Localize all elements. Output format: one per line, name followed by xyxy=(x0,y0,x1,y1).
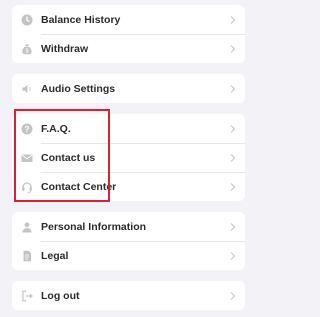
menu-group-session: Log out xyxy=(12,281,245,310)
menu-group-support: ? F.A.Q. Contact us Contact Center xyxy=(12,114,245,201)
menu-item-label: Contact Center xyxy=(41,180,117,193)
chevron-right-icon xyxy=(230,124,236,133)
menu-item-faq[interactable]: ? F.A.Q. xyxy=(12,114,245,143)
chevron-right-icon xyxy=(230,44,236,53)
logout-icon xyxy=(21,290,33,302)
menu-item-label: Legal xyxy=(41,249,69,262)
menu-item-balance-history[interactable]: Balance History xyxy=(12,5,245,34)
menu-item-contact-center[interactable]: Contact Center xyxy=(12,172,245,201)
chevron-right-icon xyxy=(230,291,236,300)
money-bag-icon: $ xyxy=(21,43,33,55)
menu-item-label: F.A.Q. xyxy=(41,122,71,135)
speaker-icon xyxy=(21,83,33,95)
menu-item-withdraw[interactable]: $ Withdraw xyxy=(12,34,245,63)
chevron-right-icon xyxy=(230,15,236,24)
menu-item-label: Log out xyxy=(41,289,80,302)
menu-item-log-out[interactable]: Log out xyxy=(12,281,245,310)
headset-icon xyxy=(21,181,33,193)
menu-item-label: Audio Settings xyxy=(41,82,116,95)
menu-item-audio-settings[interactable]: Audio Settings xyxy=(12,74,245,103)
menu-item-label: Withdraw xyxy=(41,42,89,55)
chevron-right-icon xyxy=(230,222,236,231)
chevron-right-icon xyxy=(230,153,236,162)
menu-item-label: Balance History xyxy=(41,13,121,26)
question-icon: ? xyxy=(21,123,33,135)
svg-text:$: $ xyxy=(26,48,29,54)
chevron-right-icon xyxy=(230,251,236,260)
menu-item-legal[interactable]: Legal xyxy=(12,241,245,270)
menu-item-label: Contact us xyxy=(41,151,96,164)
document-icon xyxy=(21,250,33,262)
svg-text:?: ? xyxy=(25,124,30,133)
menu-group-settings: Audio Settings xyxy=(12,74,245,103)
menu-group-profile: Personal Information Legal xyxy=(12,212,245,270)
chevron-right-icon xyxy=(230,182,236,191)
menu-item-label: Personal Information xyxy=(41,220,147,233)
menu-item-personal-information[interactable]: Personal Information xyxy=(12,212,245,241)
menu-item-contact-us[interactable]: Contact us xyxy=(12,143,245,172)
chevron-right-icon xyxy=(230,84,236,93)
clock-icon xyxy=(21,14,33,26)
envelope-icon xyxy=(21,152,33,164)
menu-group-account: Balance History $ Withdraw xyxy=(12,5,245,63)
person-icon xyxy=(21,221,33,233)
